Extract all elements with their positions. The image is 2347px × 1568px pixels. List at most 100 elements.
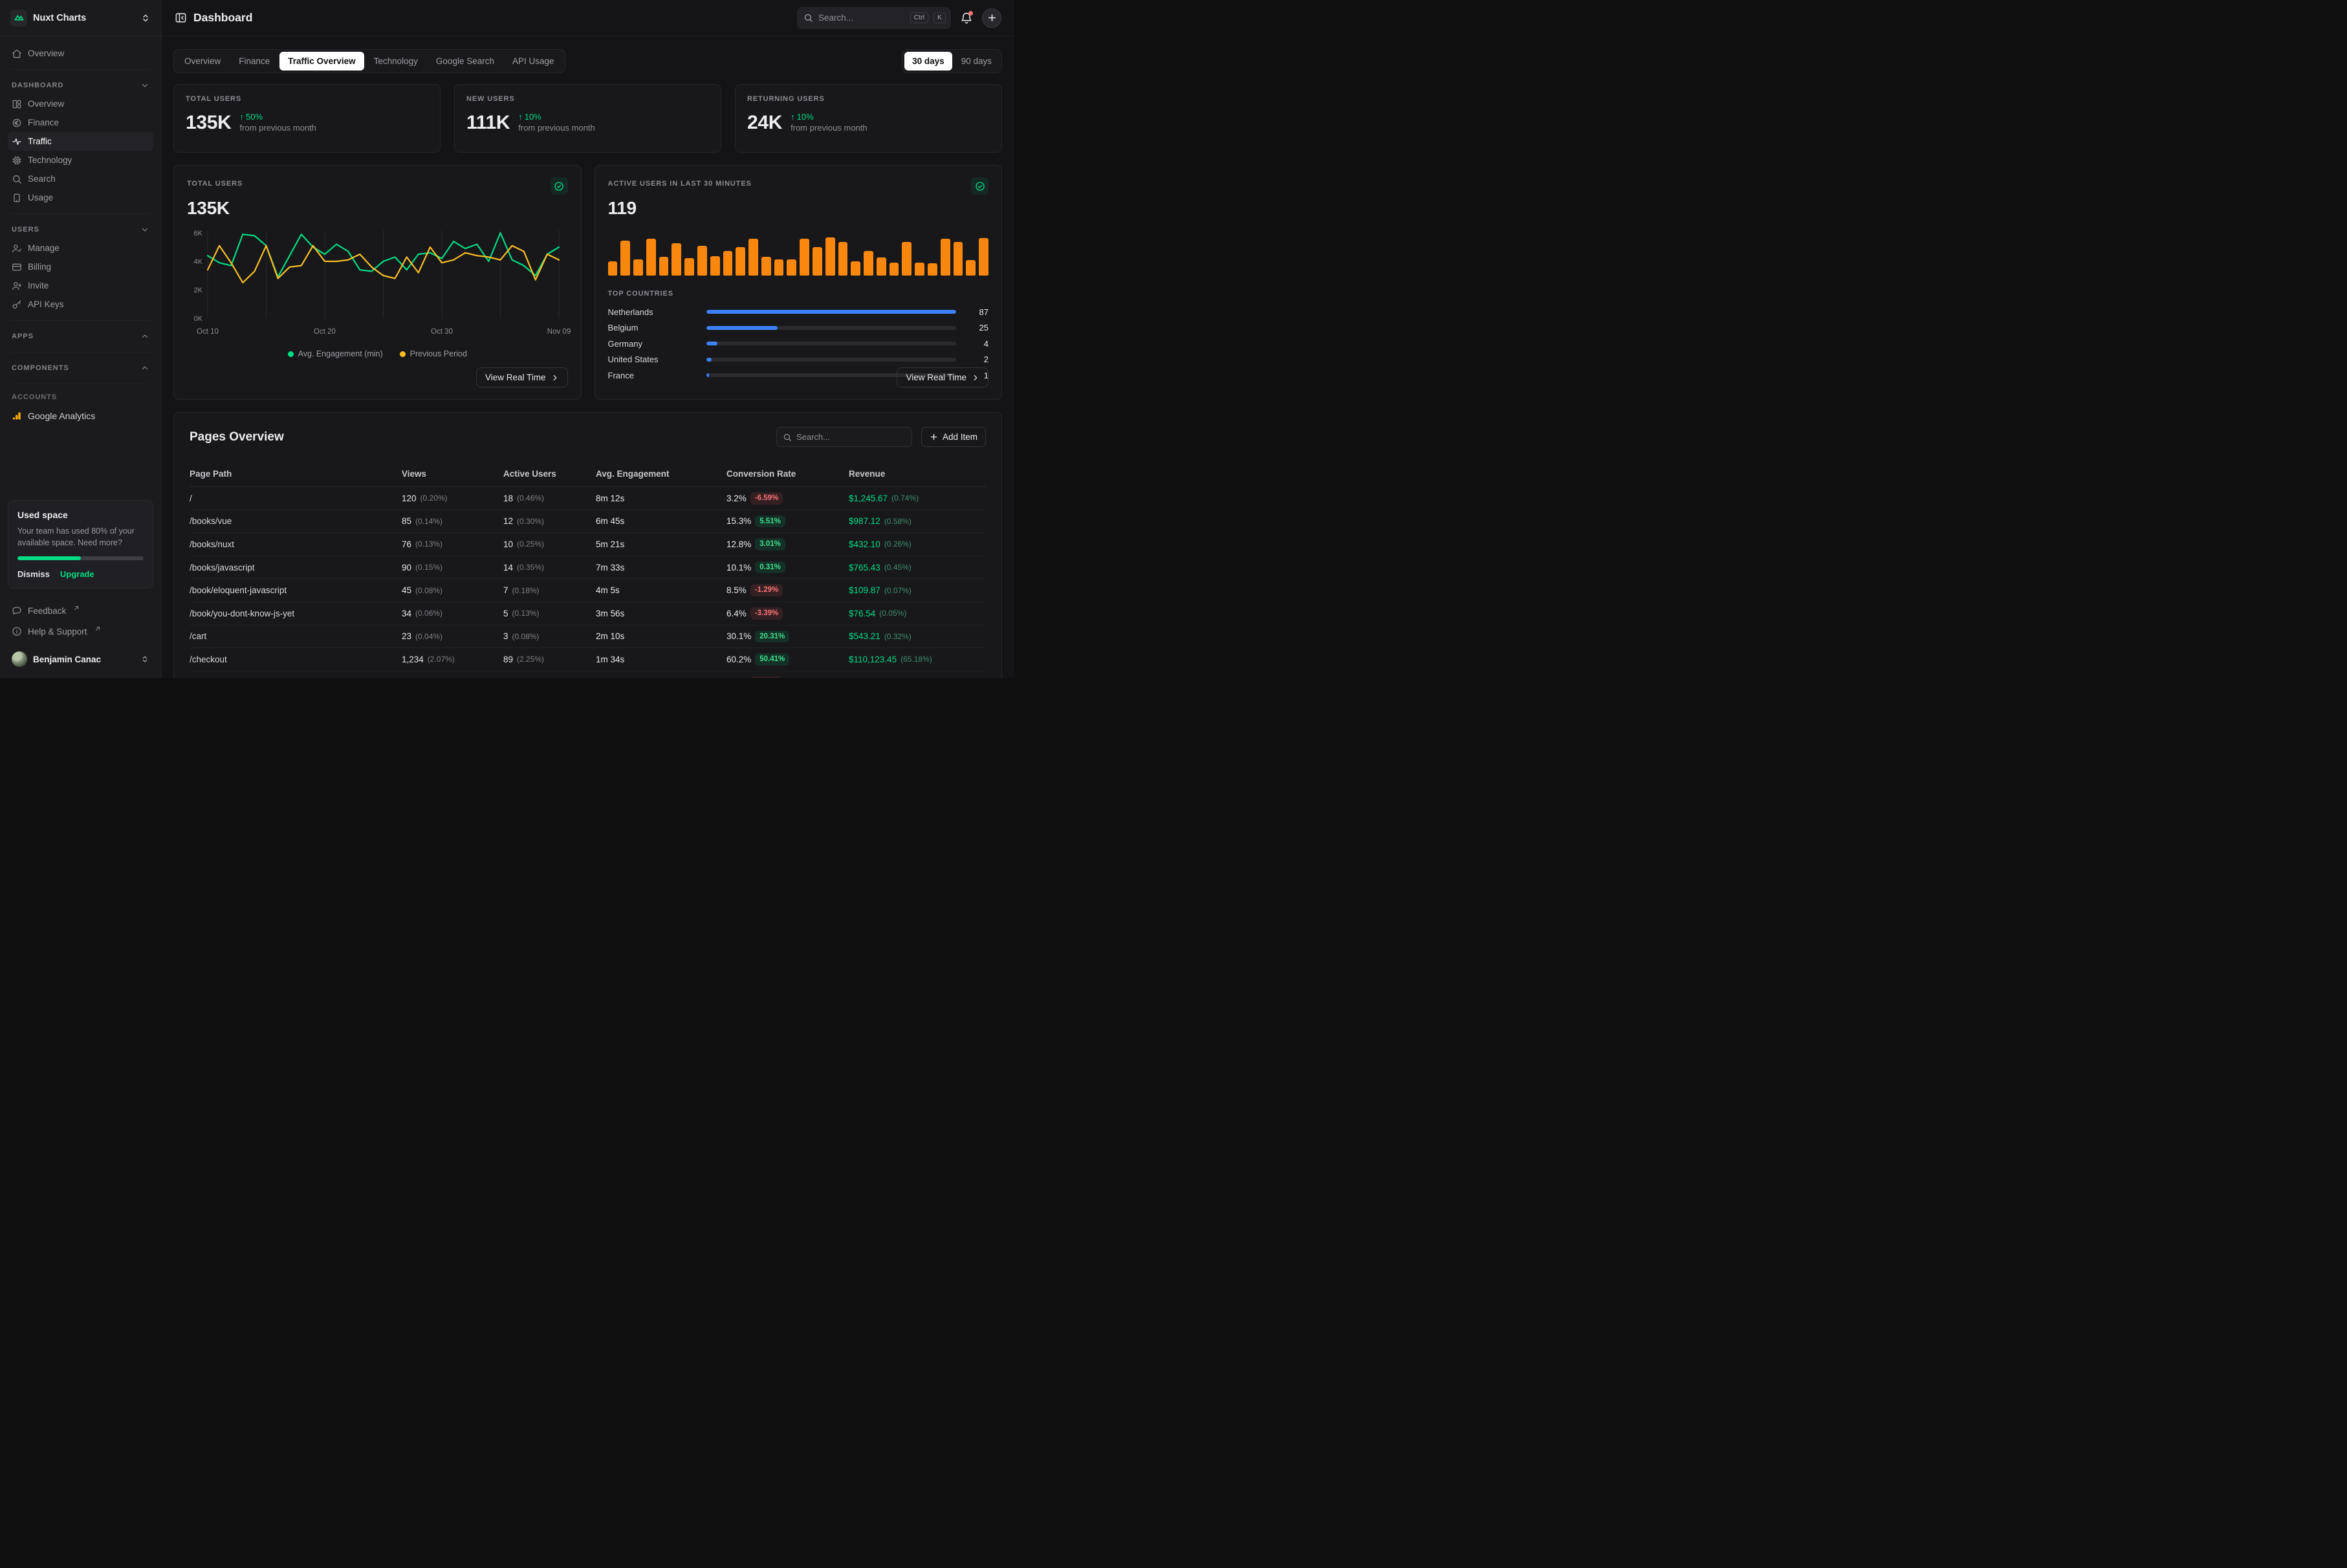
table-row[interactable]: /books/vue 85(0.14%) 12(0.30%) 6m 45s 15…	[190, 510, 986, 534]
sidebar-item-help-support[interactable]: Help & Support	[8, 621, 153, 642]
tab-traffic-overview[interactable]: Traffic Overview	[279, 52, 364, 71]
sidebar-nav: Overview DASHBOARD Overview Finance Traf…	[0, 36, 161, 425]
add-item-button[interactable]: Add Item	[921, 427, 986, 447]
pages-search[interactable]	[776, 427, 912, 447]
table-row[interactable]: /checkout 1,234(2.07%) 89(2.25%) 1m 34s …	[190, 648, 986, 671]
column-header-page-path[interactable]: Page Path	[190, 469, 402, 479]
stat-value: 24K	[747, 113, 782, 133]
view-real-time-button[interactable]: View Real Time	[476, 367, 568, 387]
legend-item-avg-engagement-min[interactable]: Avg. Engagement (min)	[288, 349, 383, 358]
tab-overview[interactable]: Overview	[176, 52, 229, 71]
account-label: Google Analytics	[28, 411, 95, 421]
status-check-icon[interactable]	[551, 177, 568, 195]
column-header-conversion-rate[interactable]: Conversion Rate	[726, 469, 849, 479]
section-toggle-users[interactable]: USERS	[8, 221, 153, 239]
sidebar-item-usage[interactable]: Usage	[8, 188, 153, 207]
cell-avg-engagement: 4m 5s	[596, 585, 726, 595]
tab-technology[interactable]: Technology	[366, 52, 426, 71]
table-row[interactable]: /blog 6,543(10.97%) 432(10.94%) 5m 10s 1…	[190, 671, 986, 678]
chevron-up-down-icon	[140, 13, 151, 23]
table-row[interactable]: /book/you-dont-know-js-yet 34(0.06%) 5(0…	[190, 602, 986, 626]
cell-conversion-rate: 8.5%-1.29%	[726, 584, 849, 596]
pages-table: Page PathViewsActive UsersAvg. Engagemen…	[190, 461, 986, 678]
sidebar-item-label: Billing	[28, 262, 51, 272]
sidebar-item-overview[interactable]: Overview	[8, 94, 153, 113]
used-space-progress-fill	[17, 556, 81, 560]
cell-avg-engagement: 1m 34s	[596, 655, 726, 664]
chevron-right-icon	[972, 374, 979, 382]
used-space-progressbar	[17, 556, 144, 560]
sidebar-item-label: Invite	[28, 281, 49, 290]
sidebar-item-invite[interactable]: Invite	[8, 276, 153, 295]
table-row[interactable]: / 120(0.20%) 18(0.46%) 8m 12s 3.2%-6.59%…	[190, 487, 986, 510]
sidebar-item-finance[interactable]: Finance	[8, 113, 153, 132]
legend-dot-icon	[288, 351, 294, 357]
country-row-belgium[interactable]: Belgium 25	[608, 320, 989, 336]
legend-item-previous-period[interactable]: Previous Period	[400, 349, 467, 358]
sidebar-item-manage[interactable]: Manage	[8, 239, 153, 257]
svg-text:4K: 4K	[194, 258, 203, 266]
notifications-bell-icon[interactable]	[960, 12, 973, 25]
global-search-input[interactable]	[818, 13, 905, 23]
country-row-united-states[interactable]: United States 2	[608, 352, 989, 368]
table-row[interactable]: /books/nuxt 76(0.13%) 10(0.25%) 5m 21s 1…	[190, 533, 986, 556]
pages-search-input[interactable]	[796, 432, 906, 442]
sidebar-item-technology[interactable]: Technology	[8, 151, 153, 169]
collapse-sidebar-icon[interactable]	[175, 12, 187, 24]
upgrade-button[interactable]: Upgrade	[60, 569, 94, 579]
view-real-time-button[interactable]: View Real Time	[897, 367, 988, 387]
sidebar-item-overview[interactable]: Overview	[8, 44, 153, 63]
chevron-up-down-icon	[140, 655, 149, 664]
tab-api-usage[interactable]: API Usage	[504, 52, 563, 71]
cell-conversion-rate: 12.8%3.01%	[726, 538, 849, 550]
accounts-list: Google Analytics	[8, 406, 153, 425]
sidebar-item-traffic[interactable]: Traffic	[8, 132, 153, 151]
user-menu[interactable]: Benjamin Canac	[8, 647, 153, 671]
column-header-avg-engagement[interactable]: Avg. Engagement	[596, 469, 726, 479]
chevron-right-icon	[551, 374, 559, 382]
conversion-delta-badge: 3.01%	[755, 538, 785, 550]
column-header-active-users[interactable]: Active Users	[503, 469, 596, 479]
cell-conversion-rate: 3.2%-6.59%	[726, 492, 849, 505]
stat-note: from previous month	[240, 123, 317, 133]
country-name: Netherlands	[608, 307, 697, 317]
notification-dot	[968, 11, 973, 16]
tab-google-search[interactable]: Google Search	[428, 52, 503, 71]
column-header-revenue[interactable]: Revenue	[849, 469, 986, 479]
dismiss-button[interactable]: Dismiss	[17, 569, 50, 579]
global-search[interactable]: Ctrl K	[797, 7, 951, 29]
section-toggle-components[interactable]: COMPONENTS	[8, 359, 153, 377]
cell-views: 34(0.06%)	[402, 609, 503, 618]
range-30-days[interactable]: 30 days	[904, 52, 952, 71]
range-90-days[interactable]: 90 days	[954, 52, 999, 71]
workspace-switcher[interactable]: Nuxt Charts	[0, 0, 161, 36]
section-toggle-apps[interactable]: APPS	[8, 327, 153, 345]
sidebar-section-dashboard: DASHBOARD Overview Finance Traffic Techn…	[8, 76, 153, 214]
sidebar-item-search[interactable]: Search	[8, 169, 153, 188]
country-row-germany[interactable]: Germany 4	[608, 336, 989, 352]
activity-bar	[890, 263, 899, 276]
account-item-google-analytics[interactable]: Google Analytics	[8, 406, 153, 425]
add-new-button[interactable]	[982, 8, 1001, 28]
tab-finance[interactable]: Finance	[230, 52, 278, 71]
table-row[interactable]: /book/eloquent-javascript 45(0.08%) 7(0.…	[190, 579, 986, 602]
country-name: France	[608, 371, 697, 380]
sidebar-item-api-keys[interactable]: API Keys	[8, 295, 153, 314]
sidebar-section-apps: APPS	[8, 327, 153, 353]
section-toggle-dashboard[interactable]: DASHBOARD	[8, 76, 153, 94]
country-row-netherlands[interactable]: Netherlands 87	[608, 304, 989, 320]
svg-text:Nov 09: Nov 09	[547, 328, 571, 336]
status-check-icon[interactable]	[971, 177, 988, 195]
sidebar-item-billing[interactable]: Billing	[8, 257, 153, 276]
country-value: 25	[965, 323, 988, 332]
country-value: 2	[965, 354, 988, 364]
coin-euro-icon	[12, 118, 22, 128]
table-row[interactable]: /books/javascript 90(0.15%) 14(0.35%) 7m…	[190, 556, 986, 580]
cell-revenue: $432.10(0.26%)	[849, 539, 986, 549]
column-header-views[interactable]: Views	[402, 469, 503, 479]
cell-page-path: /book/eloquent-javascript	[190, 585, 402, 595]
plus-icon	[930, 433, 938, 441]
activity-bar	[659, 257, 669, 276]
table-row[interactable]: /cart 23(0.04%) 3(0.08%) 2m 10s 30.1%20.…	[190, 626, 986, 649]
sidebar-item-feedback[interactable]: Feedback	[8, 600, 153, 621]
